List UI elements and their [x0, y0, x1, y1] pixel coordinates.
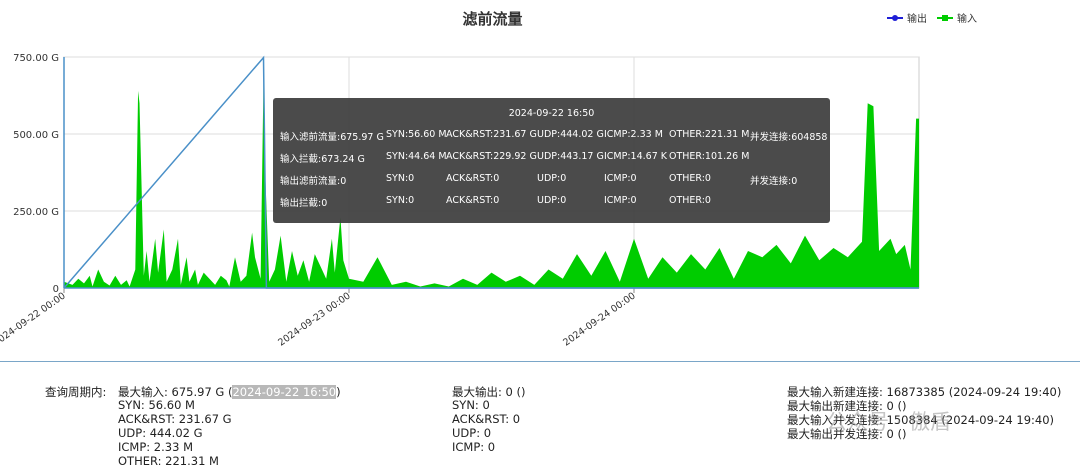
tooltip-cell: UDP:0	[537, 173, 567, 184]
tooltip-cell: 输入滤前流量:675.97 G	[280, 132, 384, 143]
y-tick-label: 500.00 G	[13, 130, 59, 141]
tooltip-cell: SYN:44.64 M	[386, 151, 447, 162]
y-tick-label: 750.00 G	[13, 53, 59, 64]
tooltip-cell: OTHER:0	[669, 195, 711, 206]
section-divider	[0, 361, 1080, 362]
tooltip-cell: SYN:56.60 M	[386, 129, 447, 140]
tooltip-cell: 并发连接:604858	[750, 132, 828, 143]
tooltip-cell: ICMP:0	[604, 173, 637, 184]
tooltip-cell: UDP:0	[537, 195, 567, 206]
max-input-time: 2024-09-22 16:50	[232, 385, 337, 399]
tooltip-cell: ACK&RST:229.92 G	[446, 151, 537, 162]
input-stat-line: ACK&RST: 231.67 G	[118, 412, 232, 426]
tooltip-cell: SYN:0	[386, 173, 415, 184]
tooltip-cell: UDP:444.02 G	[537, 129, 604, 140]
tooltip-cell: SYN:0	[386, 195, 415, 206]
tooltip-cell: ACK&RST:231.67 G	[446, 129, 537, 140]
tooltip-cell: ICMP:14.67 K	[604, 151, 668, 162]
tooltip-cell: UDP:443.17 G	[537, 151, 604, 162]
output-stat-line: SYN: 0	[452, 398, 490, 412]
watermark: 公众号 · 傲盾	[826, 410, 952, 434]
period-label: 查询周期内:	[45, 385, 107, 399]
x-tick-label: 2024-09-23 00:00	[276, 290, 352, 348]
max-input-suffix: )	[336, 385, 341, 399]
tooltip-cell: ICMP:0	[604, 195, 637, 206]
tooltip-cell: 输出拦截:0	[280, 198, 328, 209]
tooltip-time: 2024-09-22 16:50	[508, 108, 595, 119]
tooltip-cell: OTHER:0	[669, 173, 711, 184]
tooltip-cell: ACK&RST:0	[446, 195, 500, 206]
chart-tooltip: 2024-09-22 16:50 输入滤前流量:675.97 G SYN:56.6…	[273, 98, 830, 223]
y-tick-label: 250.00 G	[13, 207, 59, 218]
max-input-prefix: 最大输入: 675.97 G (	[118, 385, 233, 399]
tooltip-cell: 并发连接:0	[750, 176, 798, 187]
x-tick-label: 2024-09-22 00:00	[0, 290, 68, 348]
tooltip-cell: ACK&RST:0	[446, 173, 500, 184]
input-stat-line: ICMP: 2.33 M	[118, 440, 193, 454]
tooltip-cell: OTHER:221.31 M	[669, 129, 750, 140]
output-stat-line: ACK&RST: 0	[452, 412, 521, 426]
output-stat-line: ICMP: 0	[452, 440, 496, 454]
output-stat-line: UDP: 0	[452, 426, 492, 440]
input-stat-line: OTHER: 221.31 M	[118, 454, 219, 468]
input-stat-line: UDP: 444.02 G	[118, 426, 203, 440]
x-tick-label: 2024-09-24 00:00	[561, 290, 637, 348]
tooltip-cell: 输出滤前流量:0	[280, 176, 347, 187]
input-stat-line: SYN: 56.60 M	[118, 398, 195, 412]
tooltip-cell: OTHER:101.26 M	[669, 151, 750, 162]
tooltip-cell: 输入拦截:673.24 G	[280, 154, 365, 165]
tooltip-cell: ICMP:2.33 M	[604, 129, 663, 140]
